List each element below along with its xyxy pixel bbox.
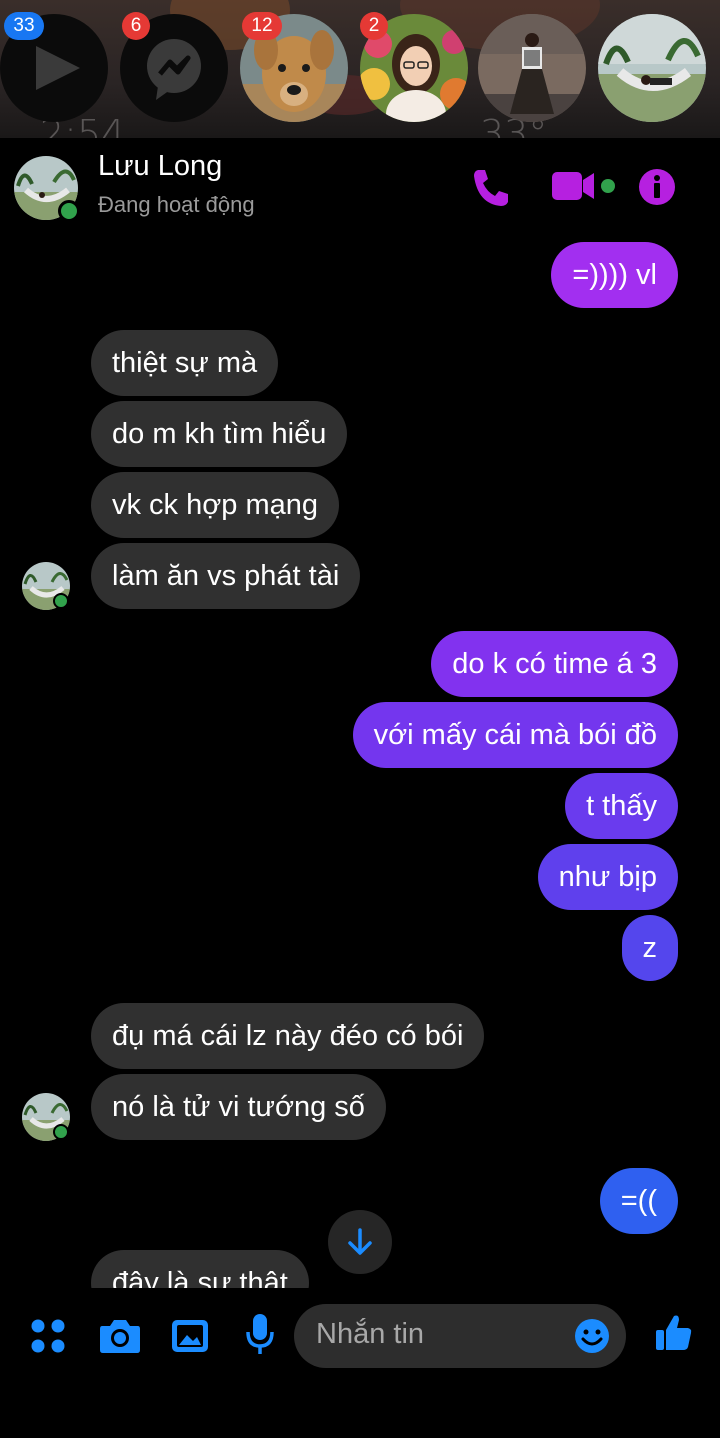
sent-message[interactable]: =(( <box>599 1168 678 1234</box>
arrow-down-icon <box>348 1228 372 1255</box>
chat-window: Lưu Long Đang hoạt động =)))) vl thiệt s… <box>0 138 720 1438</box>
scroll-to-bottom-button[interactable] <box>328 1210 392 1274</box>
chat-heads-bar: 2:54 33° 33 6 12 2 <box>0 0 720 138</box>
sent-message[interactable]: do k có time á 3 <box>431 631 678 697</box>
sent-message[interactable]: như bịp <box>537 844 678 910</box>
message-composer: Nhắn tin <box>0 1290 720 1390</box>
online-indicator <box>53 593 69 609</box>
chat-head-badge: 12 <box>242 12 282 40</box>
sent-message[interactable]: z <box>621 915 678 981</box>
camera-icon[interactable] <box>98 1316 142 1356</box>
person-avatar-image <box>478 14 586 122</box>
chat-head-badge: 6 <box>122 12 150 40</box>
sent-message[interactable]: =)))) vl <box>551 242 678 308</box>
online-indicator <box>53 1124 69 1140</box>
contact-status: Đang hoạt động <box>98 192 255 217</box>
received-message[interactable]: do m kh tìm hiểu <box>91 401 348 467</box>
info-icon[interactable] <box>638 166 676 210</box>
message-input[interactable]: Nhắn tin <box>294 1304 626 1368</box>
received-message[interactable]: làm ăn vs phát tài <box>91 543 361 609</box>
gallery-icon[interactable] <box>170 1316 210 1356</box>
message-input-placeholder: Nhắn tin <box>316 1318 425 1350</box>
microphone-icon[interactable] <box>244 1312 276 1358</box>
phone-call-icon[interactable] <box>470 166 510 210</box>
contact-name[interactable]: Lưu Long <box>98 150 222 183</box>
online-indicator <box>58 200 80 222</box>
chat-header: Lưu Long Đang hoạt động <box>0 138 720 238</box>
video-call-icon[interactable] <box>552 166 622 210</box>
chat-head-badge: 33 <box>4 12 44 40</box>
received-message[interactable]: nó là tử vi tướng số <box>91 1074 386 1140</box>
sent-message[interactable]: với mấy cái mà bói đồ <box>352 702 678 768</box>
received-message[interactable]: đụ má cái lz này đéo có bói <box>91 1003 485 1069</box>
chat-head-hammock[interactable] <box>598 14 706 122</box>
chat-head-person-standing[interactable] <box>478 14 586 122</box>
menu-grid-icon[interactable] <box>30 1318 68 1356</box>
received-message[interactable]: thiệt sự mà <box>91 330 279 396</box>
hammock-avatar-image <box>598 14 706 122</box>
chat-head-badge: 2 <box>360 12 388 40</box>
received-message[interactable]: vk ck hợp mạng <box>91 472 339 538</box>
sent-message[interactable]: t thấy <box>565 773 678 839</box>
emoji-icon[interactable] <box>574 1318 610 1354</box>
like-thumb-icon[interactable] <box>654 1312 694 1354</box>
